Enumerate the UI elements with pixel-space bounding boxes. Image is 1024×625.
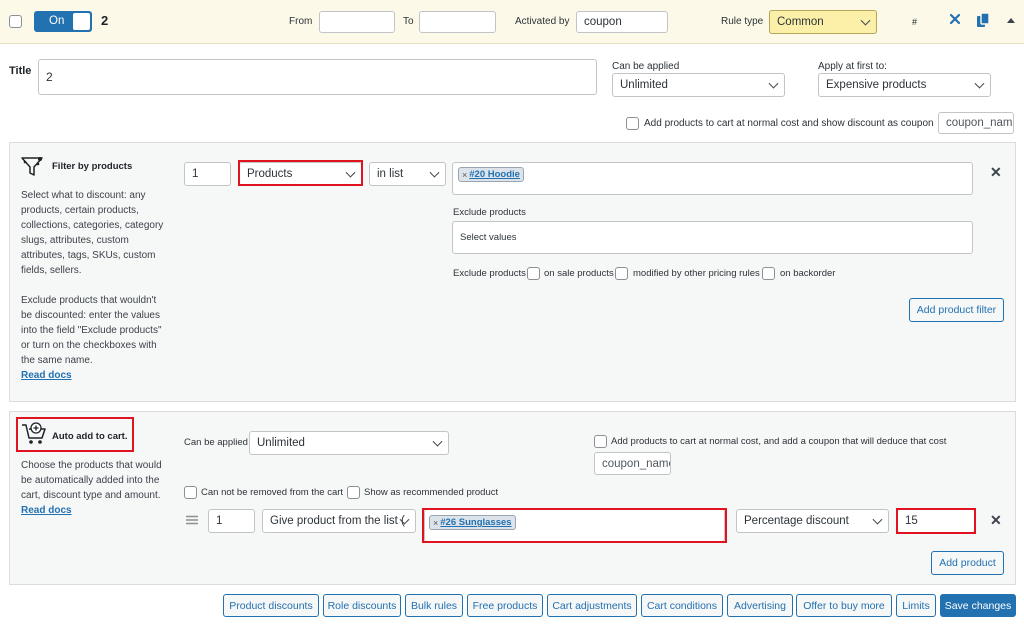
limits-button[interactable]: Limits bbox=[896, 594, 936, 617]
exclude-checks-label: Exclude products bbox=[453, 268, 526, 279]
exclude-products-field[interactable]: Select values bbox=[452, 221, 973, 254]
from-label: From bbox=[289, 16, 313, 27]
chevron-down-icon bbox=[974, 78, 985, 89]
filter-exclude-description: Exclude products that wouldn't be discou… bbox=[21, 295, 162, 366]
filter-condition-select[interactable]: in list bbox=[369, 162, 446, 186]
filter-qty-input[interactable]: 1 bbox=[184, 162, 231, 186]
coupon-name-placeholder: coupon_name bbox=[946, 117, 1014, 129]
to-label: To bbox=[403, 16, 414, 27]
product-discounts-button[interactable]: Product discounts bbox=[223, 594, 319, 617]
coupon-discount-label: Add products to cart at normal cost and … bbox=[644, 118, 934, 129]
apply-first-label: Apply at first to: bbox=[818, 61, 887, 72]
copy-rule-icon[interactable] bbox=[976, 12, 992, 30]
exclude-backorder-checkbox[interactable] bbox=[762, 267, 775, 280]
highlight-autoadd-heading bbox=[16, 417, 134, 452]
add-product-filter-button[interactable]: Add product filter bbox=[909, 298, 1004, 322]
cart-conditions-button[interactable]: Cart conditions bbox=[641, 594, 723, 617]
discount-type-value: Percentage discount bbox=[744, 515, 849, 527]
save-changes-button[interactable]: Save changes bbox=[940, 594, 1016, 617]
add-product-button[interactable]: Add product bbox=[931, 551, 1004, 575]
exclude-products-placeholder: Select values bbox=[460, 232, 517, 243]
autoadd-read-docs-link[interactable]: Read docs bbox=[21, 503, 72, 518]
filter-description: Select what to discount: any products, c… bbox=[21, 190, 164, 276]
exclude-products-label: Exclude products bbox=[453, 207, 526, 218]
rule-enabled-toggle[interactable]: On bbox=[34, 11, 92, 32]
rule-select-checkbox[interactable] bbox=[9, 15, 22, 28]
bulk-rules-button[interactable]: Bulk rules bbox=[405, 594, 463, 617]
rule-id-hash: # bbox=[912, 17, 918, 27]
exclude-modified-label: modified by other pricing rules bbox=[633, 268, 760, 279]
chevron-down-icon bbox=[872, 514, 883, 525]
exclude-on-sale-label: on sale products bbox=[544, 268, 614, 279]
chevron-down-icon bbox=[429, 167, 440, 178]
recommended-label: Show as recommended product bbox=[364, 487, 499, 498]
filter-read-docs-link[interactable]: Read docs bbox=[21, 368, 72, 383]
title-label: Title bbox=[9, 65, 32, 77]
filter-heading: Filter by products bbox=[52, 161, 133, 172]
autoadd-give-value: Give product from the list ( bbox=[270, 515, 405, 527]
apply-first-select[interactable]: Expensive products bbox=[818, 73, 991, 97]
autoadd-coupon-name-placeholder: coupon_name bbox=[602, 457, 671, 470]
autoadd-can-be-applied-select[interactable]: Unlimited bbox=[249, 431, 449, 455]
can-be-applied-label: Can be applied bbox=[612, 61, 680, 72]
activated-by-label: Activated by bbox=[515, 16, 570, 27]
coupon-discount-checkbox[interactable] bbox=[626, 117, 639, 130]
remove-filter-icon[interactable]: ✕ bbox=[990, 164, 1002, 181]
highlight-autoadd-products bbox=[422, 508, 727, 543]
offer-to-buy-more-button[interactable]: Offer to buy more bbox=[796, 594, 892, 617]
remove-product-icon[interactable]: ✕ bbox=[990, 512, 1002, 529]
not-removed-checkbox[interactable] bbox=[184, 486, 197, 499]
autoadd-normal-cost-label: Add products to cart at normal cost, and… bbox=[611, 436, 947, 447]
rule-type-label: Rule type bbox=[721, 16, 764, 27]
autoadd-normal-cost-checkbox[interactable] bbox=[594, 435, 607, 448]
rule-title-input[interactable]: 2 bbox=[38, 59, 597, 95]
exclude-on-sale-checkbox[interactable] bbox=[527, 267, 540, 280]
chevron-down-icon bbox=[432, 436, 443, 447]
can-be-applied-select[interactable]: Unlimited bbox=[612, 73, 785, 97]
filter-product-tag[interactable]: × #20 Hoodie bbox=[458, 167, 524, 182]
recommended-checkbox[interactable] bbox=[347, 486, 360, 499]
chevron-down-icon bbox=[860, 15, 871, 26]
apply-first-value: Expensive products bbox=[826, 79, 927, 91]
autoadd-can-be-applied-label: Can be applied bbox=[184, 437, 248, 448]
rule-type-value: Common bbox=[777, 16, 824, 28]
remove-tag-icon[interactable]: × bbox=[462, 170, 467, 180]
chevron-down-icon bbox=[768, 78, 779, 89]
autoadd-description: Choose the products that would be automa… bbox=[21, 460, 162, 501]
activated-by-input[interactable]: coupon bbox=[576, 11, 668, 33]
autoadd-qty-input[interactable]: 1 bbox=[208, 509, 255, 533]
cart-adjustments-button[interactable]: Cart adjustments bbox=[547, 594, 637, 617]
filter-products-field[interactable] bbox=[452, 162, 973, 195]
toggle-label: On bbox=[49, 15, 65, 27]
exclude-modified-checkbox[interactable] bbox=[615, 267, 628, 280]
exclude-backorder-label: on backorder bbox=[780, 268, 836, 279]
filter-condition-value: in list bbox=[377, 168, 404, 180]
role-discounts-button[interactable]: Role discounts bbox=[323, 594, 401, 617]
can-be-applied-value: Unlimited bbox=[620, 79, 668, 91]
highlight-filter-type bbox=[238, 160, 363, 186]
to-date-input[interactable] bbox=[419, 11, 496, 33]
from-date-input[interactable] bbox=[319, 11, 395, 33]
highlight-discount-value bbox=[896, 508, 976, 534]
collapse-rule-icon[interactable] bbox=[1006, 15, 1018, 27]
not-removed-label: Can not be removed from the cart bbox=[201, 487, 344, 498]
autoadd-give-select[interactable]: Give product from the list ( bbox=[262, 509, 416, 533]
rule-number: 2 bbox=[101, 13, 109, 28]
filter-product-tag-label[interactable]: #20 Hoodie bbox=[469, 169, 520, 180]
autoadd-coupon-name-input[interactable]: coupon_name bbox=[594, 452, 671, 475]
toggle-knob bbox=[73, 13, 90, 30]
discount-type-select[interactable]: Percentage discount bbox=[736, 509, 889, 533]
delete-rule-icon[interactable] bbox=[948, 12, 964, 30]
free-products-button[interactable]: Free products bbox=[467, 594, 543, 617]
advertising-button[interactable]: Advertising bbox=[727, 594, 793, 617]
drag-handle-icon[interactable] bbox=[186, 515, 198, 525]
rule-type-select[interactable]: Common bbox=[769, 10, 877, 34]
autoadd-can-be-applied-value: Unlimited bbox=[257, 437, 305, 449]
coupon-name-input[interactable]: coupon_name bbox=[938, 112, 1014, 134]
filter-products-icon bbox=[20, 155, 46, 177]
